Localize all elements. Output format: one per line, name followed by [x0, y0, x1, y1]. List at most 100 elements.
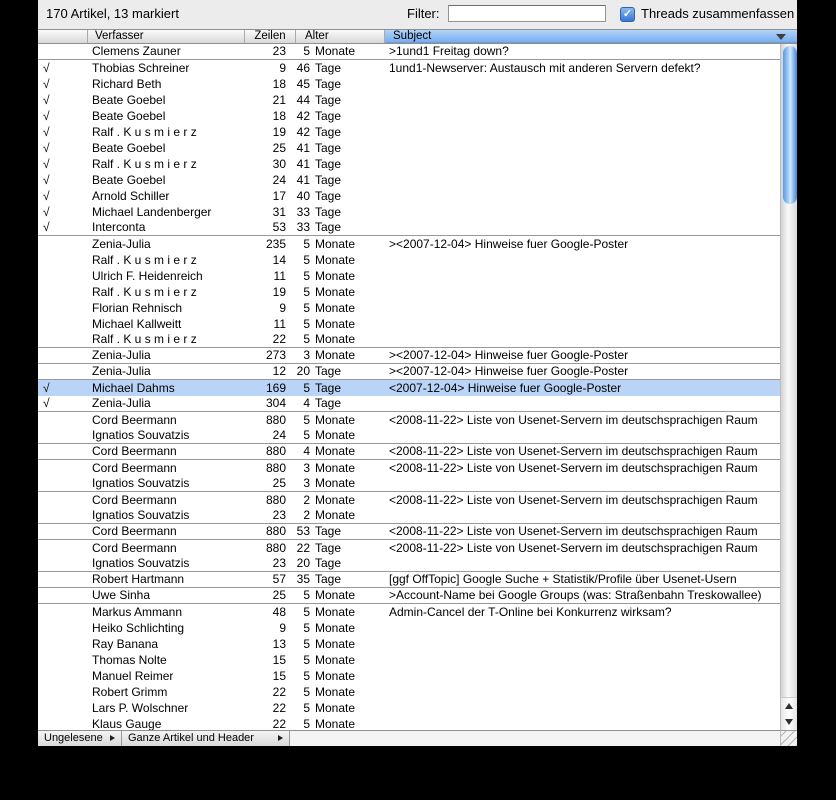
subject-cell: <2008-11-22> Liste von Usenet-Servern im…	[385, 492, 780, 508]
column-header-subject[interactable]: Subject	[385, 30, 797, 43]
article-row[interactable]: Heiko Schlichting 9 5Monate	[38, 620, 780, 636]
article-row[interactable]: Michael Kallweitt 11 5Monate	[38, 316, 780, 332]
subject-cell	[385, 204, 780, 220]
article-row[interactable]: √ Ralf . K u s m i e r z 30 41Tage	[38, 156, 780, 172]
lines-cell: 21	[245, 92, 296, 108]
lines-cell: 304	[245, 396, 296, 411]
age-cell: 5Monate	[296, 604, 385, 620]
sort-descending-icon	[776, 34, 786, 40]
lines-cell: 22	[245, 700, 296, 716]
article-row[interactable]: √ Zenia-Julia 304 4Tage	[38, 396, 780, 412]
article-row[interactable]: Florian Rehnisch 9 5Monate	[38, 300, 780, 316]
lines-cell: 17	[245, 188, 296, 204]
article-row[interactable]: Uwe Sinha 25 5Monate >Account-Name bei G…	[38, 588, 780, 604]
threads-checkbox-label[interactable]: Threads zusammenfassen	[641, 0, 794, 28]
article-row[interactable]: Lars P. Wolschner 22 5Monate	[38, 700, 780, 716]
column-header-verfasser[interactable]: Verfasser	[88, 30, 245, 43]
article-row[interactable]: Cord Beermann 880 4Monate <2008-11-22> L…	[38, 444, 780, 460]
subject-cell	[385, 220, 780, 235]
author-cell: Robert Grimm	[88, 684, 245, 700]
article-row[interactable]: √ Beate Goebel 25 41Tage	[38, 140, 780, 156]
read-checkmark	[38, 524, 88, 539]
article-row[interactable]: Cord Beermann 880 53Tage <2008-11-22> Li…	[38, 524, 780, 540]
article-row[interactable]: Robert Hartmann 57 35Tage [ggf OffTopic]…	[38, 572, 780, 588]
article-row[interactable]: Manuel Reimer 15 5Monate	[38, 668, 780, 684]
article-row[interactable]: Ignatios Souvatzis 23 20Tage	[38, 556, 780, 572]
read-checkmark: √	[38, 396, 88, 411]
article-row[interactable]: Zenia-Julia 12 20Tage ><2007-12-04> Hinw…	[38, 364, 780, 380]
article-row[interactable]: Zenia-Julia 273 3Monate ><2007-12-04> Hi…	[38, 348, 780, 364]
article-list: Clemens Zauner 23 5Monate >1und1 Freitag…	[38, 44, 780, 730]
article-row[interactable]: Cord Beermann 880 22Tage <2008-11-22> Li…	[38, 540, 780, 556]
age-cell: 53Tage	[296, 524, 385, 539]
age-cell: 5Monate	[296, 268, 385, 284]
article-row[interactable]: √ Beate Goebel 24 41Tage	[38, 172, 780, 188]
scrollbar-thumb[interactable]	[783, 46, 797, 204]
column-header-mark[interactable]	[38, 30, 88, 43]
article-row[interactable]: Ignatios Souvatzis 25 3Monate	[38, 476, 780, 492]
article-row[interactable]: Ralf . K u s m i e r z 22 5Monate	[38, 332, 780, 348]
age-cell: 2Monate	[296, 508, 385, 523]
article-row[interactable]: Zenia-Julia 235 5Monate ><2007-12-04> Hi…	[38, 236, 780, 252]
article-row[interactable]: √ Ralf . K u s m i e r z 19 42Tage	[38, 124, 780, 140]
checkbox-check-icon: ✓	[623, 8, 632, 20]
read-checkmark	[38, 236, 88, 252]
article-row[interactable]: Ralf . K u s m i e r z 19 5Monate	[38, 284, 780, 300]
article-row[interactable]: √ Interconta 53 33Tage	[38, 220, 780, 236]
scroll-down-button[interactable]	[781, 714, 798, 730]
unread-popup-label: Ungelesene	[44, 732, 103, 744]
article-row[interactable]: √ Richard Beth 18 45Tage	[38, 76, 780, 92]
subject-cell: ><2007-12-04> Hinweise fuer Google-Poste…	[385, 364, 780, 379]
article-row[interactable]: Markus Ammann 48 5Monate Admin-Cancel de…	[38, 604, 780, 620]
article-row[interactable]: Ulrich F. Heidenreich 11 5Monate	[38, 268, 780, 284]
read-checkmark	[38, 588, 88, 603]
read-checkmark: √	[38, 76, 88, 92]
article-row[interactable]: Ignatios Souvatzis 24 5Monate	[38, 428, 780, 444]
read-checkmark	[38, 332, 88, 347]
column-header-zeilen[interactable]: Zeilen	[245, 30, 296, 43]
subject-cell	[385, 556, 780, 571]
age-cell: 5Monate	[296, 636, 385, 652]
author-cell: Lars P. Wolschner	[88, 700, 245, 716]
filter-input[interactable]	[448, 5, 606, 22]
article-row[interactable]: Cord Beermann 880 5Monate <2008-11-22> L…	[38, 412, 780, 428]
filter-label: Filter:	[407, 0, 440, 28]
article-row[interactable]: Ray Banana 13 5Monate	[38, 636, 780, 652]
article-row[interactable]: √ Beate Goebel 18 42Tage	[38, 108, 780, 124]
article-row[interactable]: Ralf . K u s m i e r z 14 5Monate	[38, 252, 780, 268]
age-cell: 41Tage	[296, 172, 385, 188]
article-row[interactable]: Clemens Zauner 23 5Monate >1und1 Freitag…	[38, 44, 780, 60]
author-cell: Ignatios Souvatzis	[88, 476, 245, 491]
lines-cell: 880	[245, 524, 296, 539]
article-row[interactable]: √ Beate Goebel 21 44Tage	[38, 92, 780, 108]
article-row[interactable]: Klaus Gauge 22 5Monate	[38, 716, 780, 730]
window-resize-grip[interactable]	[780, 730, 797, 746]
display-mode-popup[interactable]: Ganze Artikel und Header	[122, 731, 290, 746]
age-cell: 46Tage	[296, 60, 385, 76]
scroll-up-button[interactable]	[781, 698, 798, 714]
subject-cell: [ggf OffTopic] Google Suche + Statistik/…	[385, 572, 780, 587]
article-row[interactable]: Thomas Nolte 15 5Monate	[38, 652, 780, 668]
author-cell: Ralf . K u s m i e r z	[88, 284, 245, 300]
article-row[interactable]: √ Arnold Schiller 17 40Tage	[38, 188, 780, 204]
threads-checkbox[interactable]: ✓	[620, 7, 635, 22]
article-row[interactable]: √ Michael Landenberger 31 33Tage	[38, 204, 780, 220]
unread-filter-popup[interactable]: Ungelesene	[38, 731, 122, 746]
article-row[interactable]: Cord Beermann 880 2Monate <2008-11-22> L…	[38, 492, 780, 508]
read-checkmark: √	[38, 172, 88, 188]
read-checkmark: √	[38, 156, 88, 172]
newsreader-window: 170 Artikel, 13 markiert Filter: ✓ Threa…	[38, 0, 797, 746]
article-row[interactable]: √ Michael Dahms 169 5Tage <2007-12-04> H…	[38, 380, 780, 396]
article-row[interactable]: Ignatios Souvatzis 23 2Monate	[38, 508, 780, 524]
author-cell: Beate Goebel	[88, 140, 245, 156]
lines-cell: 53	[245, 220, 296, 235]
age-cell: 42Tage	[296, 124, 385, 140]
column-header-alter[interactable]: Alter	[296, 30, 385, 43]
scrollbar-track[interactable]	[780, 44, 797, 697]
author-cell: Cord Beermann	[88, 492, 245, 508]
article-row[interactable]: Robert Grimm 22 5Monate	[38, 684, 780, 700]
subject-cell: <2007-12-04> Hinweise fuer Google-Poster	[385, 380, 780, 396]
subject-cell	[385, 476, 780, 491]
article-row[interactable]: √ Thobias Schreiner 9 46Tage 1und1-Newse…	[38, 60, 780, 76]
article-row[interactable]: Cord Beermann 880 3Monate <2008-11-22> L…	[38, 460, 780, 476]
